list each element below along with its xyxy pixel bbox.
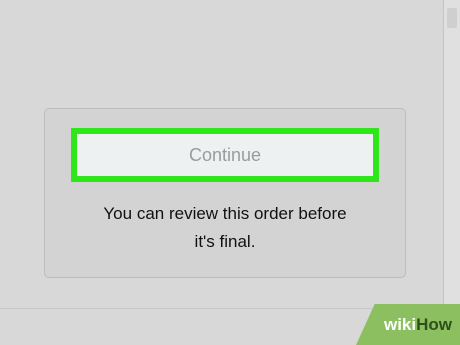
- review-note: You can review this order before it's fi…: [60, 200, 390, 256]
- review-note-line-1: You can review this order before: [103, 204, 347, 223]
- review-note-line-2: it's final.: [194, 232, 256, 251]
- watermark-part-how: How: [416, 314, 452, 334]
- watermark-part-wiki: wiki: [383, 314, 417, 334]
- scrollbar-thumb[interactable]: [447, 8, 457, 28]
- continue-button[interactable]: Continue: [71, 128, 379, 182]
- vertical-scrollbar[interactable]: [443, 0, 460, 345]
